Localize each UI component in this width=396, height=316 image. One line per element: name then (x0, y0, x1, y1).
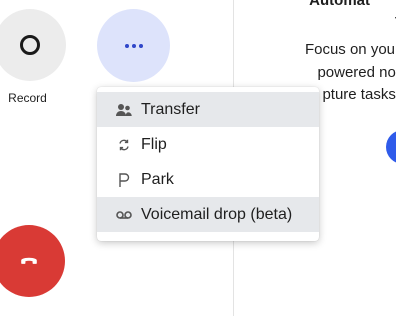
menu-item-label: Transfer (141, 100, 200, 118)
menu-item-label: Park (141, 170, 174, 188)
flip-icon (115, 136, 133, 154)
promo-title-line1: Automat (309, 0, 370, 9)
promo-action-button[interactable] (386, 130, 396, 164)
record-icon (20, 35, 40, 55)
promo-body-line2: powered not (317, 64, 396, 81)
phone-hangup-icon (21, 257, 37, 264)
promo-body-line1: Focus on your (304, 41, 396, 58)
park-icon (115, 171, 133, 189)
more-options-button[interactable] (97, 9, 170, 82)
transfer-icon (115, 101, 133, 119)
promo-body-line3: pture tasks, (322, 86, 396, 103)
hang-up-button[interactable] (0, 225, 65, 297)
promo-panel: Automat t Focus on your powered not ptur… (234, 0, 396, 316)
voicemail-icon (115, 206, 133, 224)
more-dots-icon (124, 43, 143, 48)
record-button[interactable] (0, 9, 66, 81)
menu-item-label: Flip (141, 135, 167, 153)
record-label: Record (8, 91, 47, 105)
